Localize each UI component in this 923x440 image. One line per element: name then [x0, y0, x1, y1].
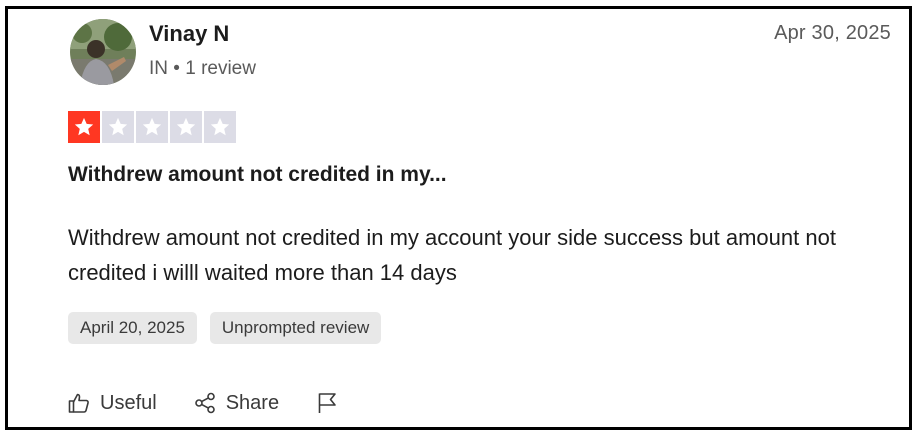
- useful-label: Useful: [100, 391, 157, 414]
- star-rating: [68, 111, 236, 143]
- share-icon: [193, 391, 217, 415]
- flag-button[interactable]: [315, 391, 339, 415]
- flag-icon: [315, 391, 339, 415]
- star-icon: [136, 111, 168, 143]
- review-card: Vinay N IN • 1 review Apr 30, 2025 Withd…: [5, 6, 912, 430]
- review-tags: April 20, 2025 Unprompted review: [68, 312, 382, 344]
- star-icon: [170, 111, 202, 143]
- review-count: 1 review: [185, 58, 256, 79]
- posted-date: Apr 30, 2025: [774, 22, 891, 44]
- meta-separator: •: [173, 58, 180, 79]
- reviewer-meta: IN • 1 review: [149, 58, 256, 80]
- useful-button[interactable]: Useful: [67, 391, 157, 415]
- star-icon: [204, 111, 236, 143]
- avatar[interactable]: [70, 19, 136, 85]
- review-title[interactable]: Withdrew amount not credited in my...: [68, 163, 447, 187]
- star-icon: [68, 111, 100, 143]
- share-label: Share: [225, 391, 280, 414]
- review-actions: Useful Share: [67, 391, 375, 415]
- reviewer-country: IN: [149, 58, 168, 79]
- review-body: Withdrew amount not credited in my accou…: [68, 225, 836, 285]
- reviewer-name[interactable]: Vinay N: [149, 21, 229, 47]
- thumbs-up-icon: [67, 391, 91, 415]
- share-button[interactable]: Share: [193, 391, 279, 415]
- experience-date-tag: April 20, 2025: [68, 312, 197, 344]
- star-icon: [102, 111, 134, 143]
- unprompted-review-tag[interactable]: Unprompted review: [209, 312, 382, 344]
